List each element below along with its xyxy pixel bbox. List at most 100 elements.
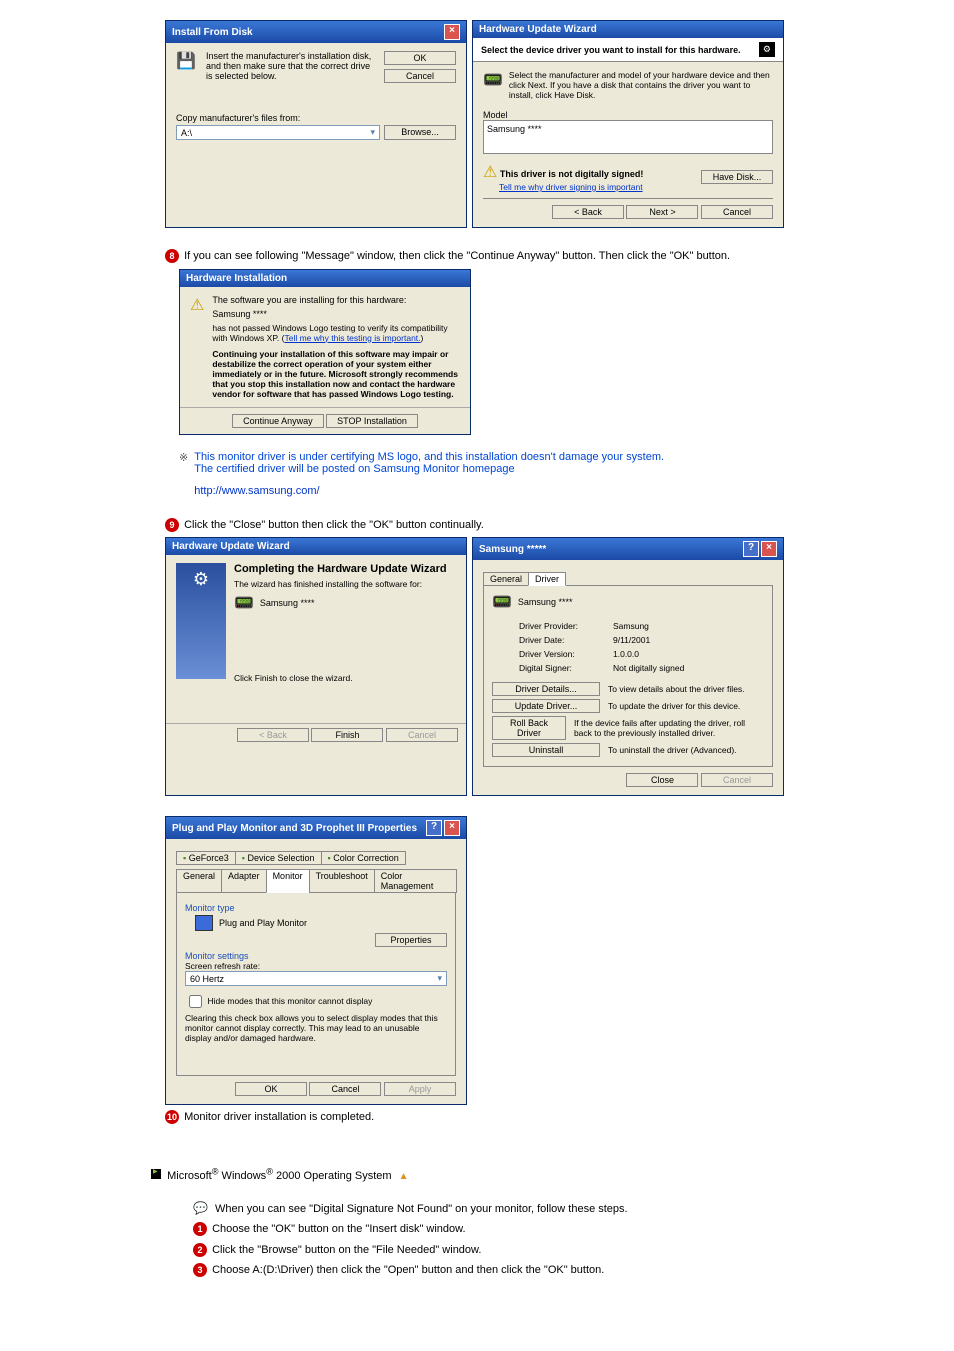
device: Samsung **** — [260, 598, 315, 608]
device-icon — [234, 593, 254, 613]
tab-geforce[interactable]: ▪ GeForce3 — [176, 851, 236, 865]
continue-anyway-button[interactable]: Continue Anyway — [232, 414, 324, 428]
tip-icon — [193, 1203, 212, 1215]
close-icon[interactable]: × — [444, 24, 460, 40]
warning-bold: Continuing your installation of this sof… — [212, 349, 460, 399]
tab-general[interactable]: General — [483, 572, 529, 586]
update-driver-button[interactable]: Update Driver... — [492, 699, 600, 713]
ok-button[interactable]: OK — [235, 1082, 307, 1096]
instruction: Click Finish to close the wizard. — [234, 673, 447, 683]
rollback-driver-button[interactable]: Roll Back Driver — [492, 716, 566, 740]
title: Hardware Update Wizard — [172, 541, 290, 552]
hide-modes-checkbox[interactable] — [189, 995, 202, 1008]
step-number-9: 9 — [165, 518, 179, 532]
group-monitor-settings: Monitor settings — [185, 951, 447, 961]
tell-me-link[interactable]: Tell me why driver signing is important — [499, 182, 643, 192]
apply-button: Apply — [384, 1082, 456, 1096]
device-icon — [483, 70, 503, 94]
instruction: Select the manufacturer and model of you… — [509, 70, 773, 100]
heading: Completing the Hardware Update Wizard — [234, 563, 447, 575]
hw-wizard-select-dialog: Hardware Update Wizard Select the device… — [472, 20, 784, 228]
driver-properties-dialog: Samsung ***** ? × General Driver Samsung… — [472, 537, 784, 796]
driver-details-button[interactable]: Driver Details... — [492, 682, 600, 696]
tab-driver[interactable]: Driver — [528, 572, 566, 586]
cancel-button[interactable]: Cancel — [309, 1082, 381, 1096]
titlebar: Hardware Update Wizard — [166, 538, 466, 555]
back-button[interactable]: < Back — [552, 205, 624, 219]
model-list[interactable]: Samsung **** — [483, 120, 773, 154]
hw-icon: ⚙ — [759, 42, 775, 57]
tab-troubleshoot[interactable]: Troubleshoot — [309, 869, 375, 893]
titlebar: Hardware Installation — [180, 270, 470, 287]
hide-modes-desc: Clearing this check box allows you to se… — [185, 1013, 447, 1043]
monitor-name: Plug and Play Monitor — [219, 918, 307, 928]
win2000-step3: 3 Choose A:(D:\Driver) then click the "O… — [193, 1262, 790, 1279]
step9: 9 Click the "Close" button then click th… — [165, 517, 790, 534]
browse-button[interactable]: Browse... — [384, 125, 456, 140]
copy-label: Copy manufacturer's files from: — [176, 113, 456, 123]
back-button: < Back — [237, 728, 309, 742]
note-icon: ※ — [179, 451, 188, 497]
warning-icon — [190, 295, 204, 319]
title: Hardware Installation — [186, 273, 287, 284]
monitor-icon — [195, 915, 213, 931]
step-number-10: 10 — [165, 1110, 179, 1124]
tab-color-management[interactable]: Color Management — [374, 869, 457, 893]
device-icon — [492, 592, 512, 612]
ok-button[interactable]: OK — [384, 51, 456, 65]
display-properties-dialog: Plug and Play Monitor and 3D Prophet III… — [165, 816, 467, 1105]
top-dialog-row: Install From Disk × Insert the manufactu… — [165, 20, 790, 228]
win2000-intro: When you can see "Digital Signature Not … — [193, 1199, 790, 1218]
finish-button[interactable]: Finish — [311, 728, 383, 742]
install-from-disk-dialog: Install From Disk × Insert the manufactu… — [165, 20, 467, 228]
complete-row: Hardware Update Wizard ⚙ Completing the … — [165, 537, 790, 796]
have-disk-button[interactable]: Have Disk... — [701, 170, 773, 184]
warning-icon — [483, 169, 497, 179]
cancel-button[interactable]: Cancel — [701, 205, 773, 219]
next-button[interactable]: Next > — [626, 205, 698, 219]
close-icon[interactable]: × — [444, 820, 460, 836]
bullet-icon — [151, 1169, 161, 1179]
hw-installation-dialog: Hardware Installation The software you a… — [179, 269, 471, 435]
title: Plug and Play Monitor and 3D Prophet III… — [172, 823, 417, 834]
not-signed-text: This driver is not digitally signed! — [500, 169, 644, 179]
samsung-link[interactable]: http://www.samsung.com/ — [194, 485, 319, 497]
model-label: Model — [483, 110, 773, 120]
properties-button[interactable]: Properties — [375, 933, 447, 947]
cancel-button: Cancel — [386, 728, 458, 742]
refresh-rate-dropdown[interactable]: 60 Hertz — [185, 971, 447, 986]
step8: 8 If you can see following "Message" win… — [165, 248, 790, 265]
tab-general[interactable]: General — [176, 869, 222, 893]
titlebar: Install From Disk × — [166, 21, 466, 43]
heading: Select the device driver you want to ins… — [481, 45, 741, 55]
step-number-3: 3 — [193, 1263, 207, 1277]
win2000-step1: 1 Choose the "OK" button on the "Insert … — [193, 1221, 790, 1238]
help-icon[interactable]: ? — [743, 541, 759, 557]
refresh-label: Screen refresh rate: — [185, 961, 447, 971]
up-triangle-icon — [395, 1170, 409, 1182]
help-icon[interactable]: ? — [426, 820, 442, 836]
note-line2: The certified driver will be posted on S… — [194, 463, 664, 475]
tab-color-correction[interactable]: ▪ Color Correction — [321, 851, 406, 865]
line1: The software you are installing for this… — [212, 295, 460, 305]
stop-installation-button[interactable]: STOP Installation — [326, 414, 418, 428]
device: Samsung **** — [518, 597, 573, 607]
step-number-2: 2 — [193, 1243, 207, 1257]
cancel-button[interactable]: Cancel — [384, 69, 456, 83]
driver-info-table: Driver Provider:Samsung Driver Date:9/11… — [516, 618, 687, 676]
close-button[interactable]: Close — [626, 773, 698, 787]
tell-me-link[interactable]: Tell me why this testing is important. — [284, 333, 420, 343]
uninstall-button[interactable]: Uninstall — [492, 743, 600, 757]
tab-monitor[interactable]: Monitor — [266, 869, 310, 893]
hide-modes-label: Hide modes that this monitor cannot disp… — [208, 996, 373, 1006]
titlebar: Hardware Update Wizard — [473, 21, 783, 38]
tab-device-selection[interactable]: ▪ Device Selection — [235, 851, 322, 865]
tab-adapter[interactable]: Adapter — [221, 869, 267, 893]
wizard-banner: ⚙ — [176, 563, 226, 679]
path-dropdown[interactable]: A:\ — [176, 125, 380, 140]
win2000-heading: Microsoft® Windows® 2000 Operating Syste… — [151, 1166, 790, 1185]
close-icon[interactable]: × — [761, 541, 777, 557]
step-number-8: 8 — [165, 249, 179, 263]
cancel-button: Cancel — [701, 773, 773, 787]
group-monitor-type: Monitor type — [185, 903, 447, 913]
